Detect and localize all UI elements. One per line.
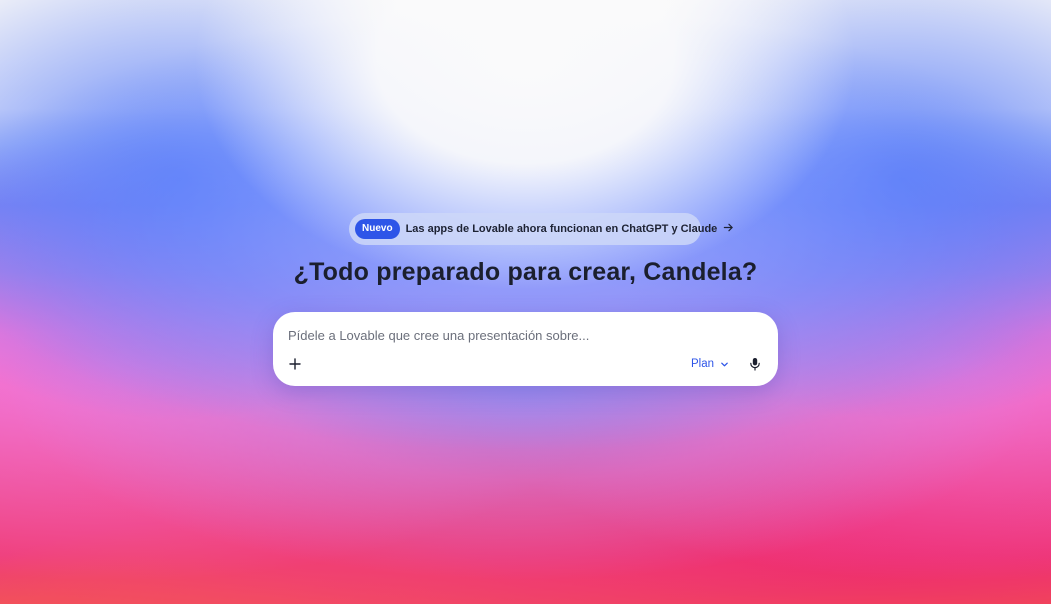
plan-mode-button[interactable]: Plan	[691, 355, 729, 373]
announcement-text: Las apps de Lovable ahora funcionan en C…	[405, 223, 718, 235]
voice-input-button[interactable]	[746, 355, 764, 373]
plus-icon	[289, 358, 301, 370]
plan-mode-label: Plan	[691, 358, 715, 370]
chevron-down-icon	[721, 362, 728, 366]
page: Nuevo Las apps de Lovable ahora funciona…	[0, 0, 1051, 604]
prompt-box: Plan	[273, 312, 778, 386]
prompt-input[interactable]	[288, 326, 758, 344]
attach-button[interactable]	[285, 355, 305, 373]
new-badge: Nuevo	[355, 219, 400, 239]
announcement-banner[interactable]: Nuevo Las apps de Lovable ahora funciona…	[349, 213, 734, 245]
microphone-icon	[750, 358, 760, 371]
arrow-right-icon	[723, 222, 734, 236]
page-title: ¿Todo preparado para crear, Candela?	[293, 258, 758, 286]
gradient-background	[0, 0, 1051, 604]
